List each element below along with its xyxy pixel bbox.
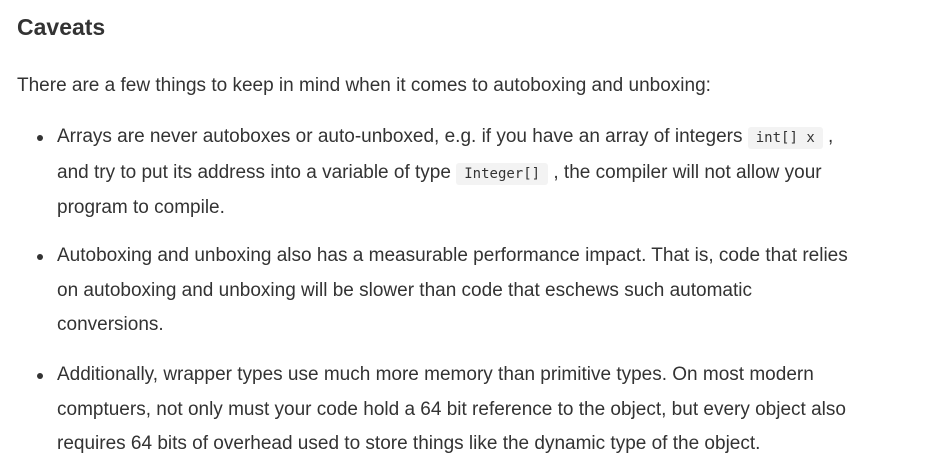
bullet-dot (37, 373, 43, 379)
caveat-line: conversions. (57, 314, 164, 335)
caveat-text: , (828, 126, 834, 147)
inline-code: Integer[] (456, 162, 549, 185)
inline-code: int[] x (747, 127, 823, 149)
caveat-item-memory: Additionally, wrapper types use much mor… (37, 358, 927, 462)
caveat-line: requires 64 bits of overhead used to sto… (57, 433, 761, 454)
caveat-line: program to compile. (57, 197, 225, 218)
article-section: Caveats There are a few things to keep i… (0, 0, 935, 471)
caveat-text: and try to put its address into a variab… (57, 161, 451, 183)
caveat-text: , the compiler will not allow your (553, 161, 822, 183)
caveat-item-arrays: Arrays are never autoboxes or auto-unbox… (37, 120, 927, 226)
caveat-line: Arrays are never autoboxes or auto-unbox… (57, 120, 927, 156)
intro-paragraph: There are a few things to keep in mind w… (17, 75, 711, 96)
caveat-item-performance: Autoboxing and unboxing also has a measu… (37, 239, 927, 343)
section-heading: Caveats (17, 14, 106, 40)
bullet-dot (37, 135, 43, 141)
bullet-dot (37, 254, 43, 260)
caveat-line: Autoboxing and unboxing also has a measu… (57, 245, 848, 266)
caveat-line: comptuers, not only must your code hold … (57, 398, 846, 420)
caveat-line: and try to put its address into a variab… (57, 156, 927, 192)
caveat-text: Arrays are never autoboxes or auto-unbox… (57, 126, 743, 147)
caveat-line: on autoboxing and unboxing will be slowe… (57, 279, 752, 301)
caveat-line: Additionally, wrapper types use much mor… (57, 364, 814, 385)
